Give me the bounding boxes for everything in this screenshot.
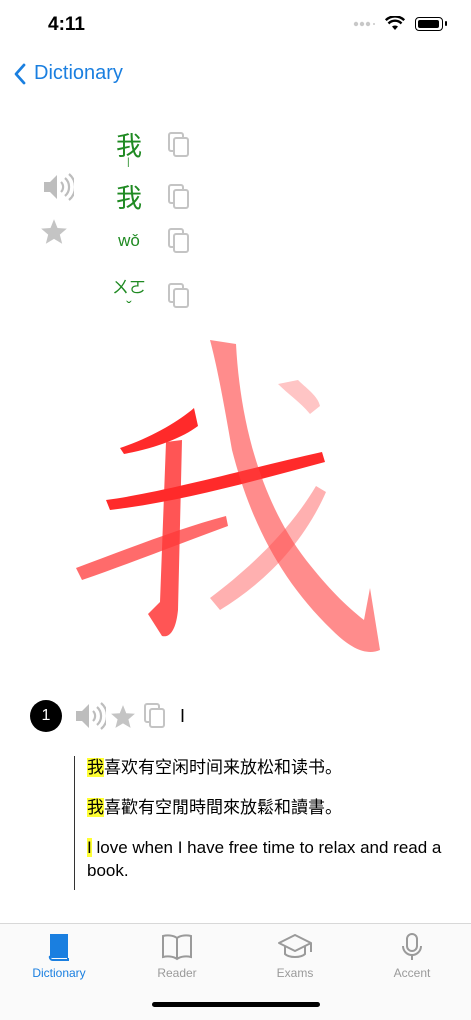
- example-sentences: 我喜欢有空闲时间来放松和读书。 我喜歡有空閒時間來放鬆和讀書。 I love w…: [74, 756, 447, 890]
- sentence-text: 喜欢有空闲时间来放松和读书。: [104, 758, 342, 777]
- star-icon[interactable]: [40, 218, 68, 245]
- zhuyin-text: ㄨㄛˇ: [112, 278, 146, 317]
- traditional-character: 我: [115, 183, 142, 213]
- sentence-text: 喜歡有空閒時間來放鬆和讀書。: [104, 798, 342, 817]
- graduation-cap-icon: [278, 934, 312, 958]
- copy-icon[interactable]: [168, 228, 190, 254]
- tab-label: Reader: [157, 966, 197, 980]
- definition-meaning: I: [180, 705, 186, 726]
- tab-label: Accent: [393, 966, 431, 980]
- open-book-icon: [162, 934, 192, 961]
- speaker-icon[interactable]: [74, 701, 106, 731]
- battery-icon: [415, 16, 443, 31]
- simplified-row: 我: [110, 126, 190, 163]
- tab-exams[interactable]: Exams: [236, 932, 354, 980]
- tab-dictionary[interactable]: Dictionary: [0, 932, 118, 980]
- highlighted-word: 我: [87, 798, 104, 817]
- tab-accent[interactable]: Accent: [353, 932, 471, 980]
- example-english[interactable]: I love when I have free time to relax an…: [87, 836, 447, 882]
- star-icon[interactable]: [110, 704, 136, 729]
- example-traditional[interactable]: 我喜歡有空閒時間來放鬆和讀書。: [87, 796, 447, 819]
- status-time: 4:11: [48, 14, 85, 35]
- speaker-icon[interactable]: [42, 172, 74, 202]
- sentence-text: love when I have free time to relax and …: [87, 838, 442, 880]
- wifi-icon: [385, 16, 405, 30]
- microphone-icon: [402, 933, 422, 960]
- separator-mark: |: [127, 157, 130, 168]
- copy-icon[interactable]: [168, 131, 190, 158]
- traditional-row: 我: [110, 178, 190, 215]
- copy-icon[interactable]: [144, 703, 166, 729]
- status-icons: [353, 16, 447, 31]
- copy-icon[interactable]: [168, 282, 190, 309]
- copy-icon[interactable]: [168, 183, 190, 210]
- pinyin-row: wǒ: [110, 228, 190, 254]
- stroke-order-character: [76, 340, 380, 652]
- signal-icon: [353, 21, 375, 26]
- tab-label: Dictionary: [32, 966, 86, 980]
- book-icon: [48, 934, 69, 961]
- highlighted-word: 我: [87, 758, 104, 777]
- home-indicator[interactable]: [152, 1002, 320, 1007]
- pinyin-text: wǒ: [118, 231, 140, 250]
- chevron-left-icon: [14, 63, 26, 84]
- zhuyin-row: ㄨㄛˇ: [110, 273, 190, 318]
- back-label: Dictionary: [34, 62, 123, 84]
- back-button[interactable]: Dictionary: [14, 62, 123, 85]
- definition-number: 1: [30, 700, 62, 732]
- tab-label: Exams: [276, 966, 314, 980]
- tab-reader[interactable]: Reader: [118, 932, 236, 980]
- example-simplified[interactable]: 我喜欢有空闲时间来放松和读书。: [87, 756, 447, 779]
- definition-row: 1 I: [30, 700, 185, 732]
